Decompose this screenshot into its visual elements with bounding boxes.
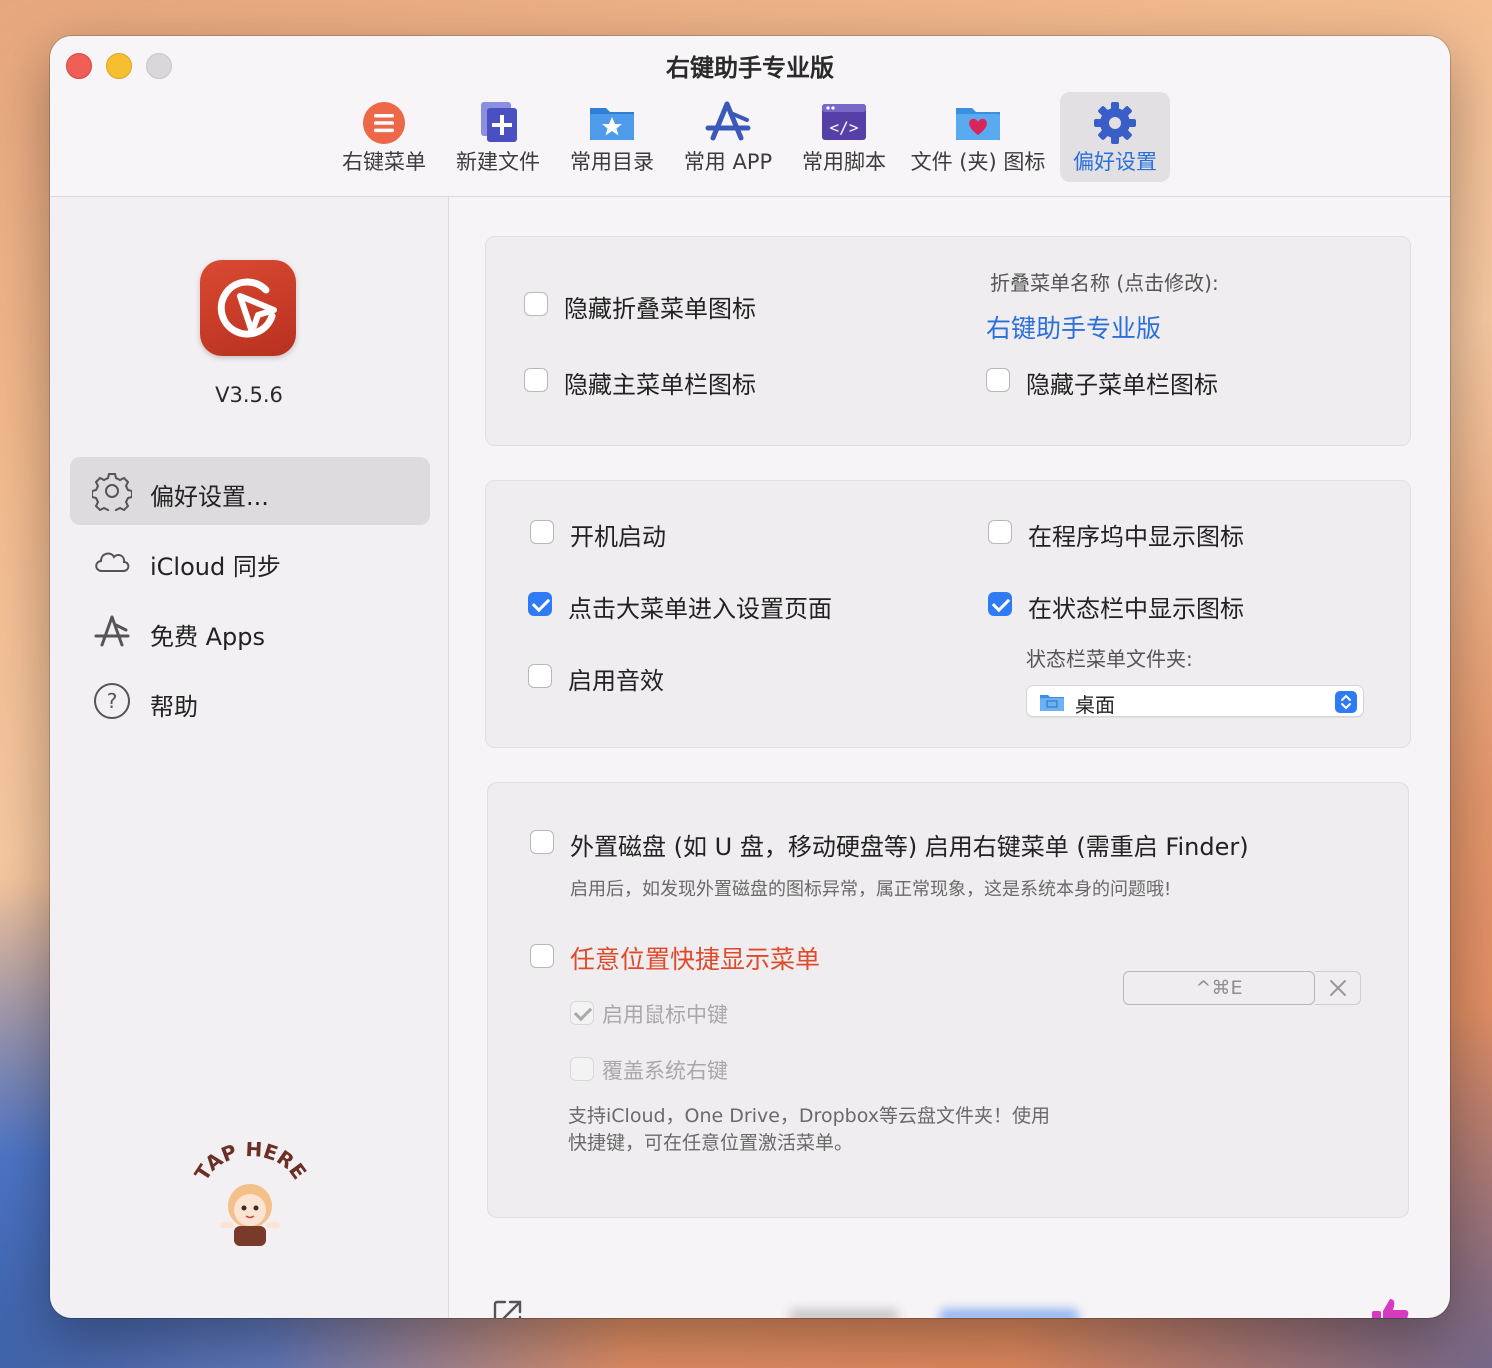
- override-right-click-label: 覆盖系统右键: [602, 1059, 728, 1083]
- show-in-dock-checkbox[interactable]: [988, 520, 1012, 544]
- hide-main-icon-label: 隐藏主菜单栏图标: [564, 371, 756, 399]
- preferences-content: 隐藏折叠菜单图标 隐藏主菜单栏图标 折叠菜单名称 (点击修改): 右键助手专业版…: [449, 197, 1450, 1318]
- enable-sound-label: 启用音效: [568, 667, 664, 695]
- status-folder-select[interactable]: 桌面: [1026, 685, 1364, 717]
- show-in-status-bar-label: 在状态栏中显示图标: [1028, 595, 1244, 623]
- titlebar: 右键助手专业版 右键菜单 新建文件 常用目录 常用 APP </> 常用脚本 文…: [50, 36, 1450, 197]
- sidebar-item-preferences[interactable]: 偏好设置...: [70, 457, 430, 525]
- new-file-icon: [481, 102, 517, 142]
- cloud-icon: [95, 552, 130, 572]
- sidebar-item-free-apps[interactable]: 免费 Apps: [70, 597, 430, 665]
- chevron-up-down-icon: [1335, 691, 1357, 713]
- external-disk-hint: 启用后，如发现外置磁盘的图标异常，属正常现象，这是系统本身的问题哦!: [570, 879, 1172, 900]
- fold-name-caption: 折叠菜单名称 (点击修改):: [990, 271, 1219, 295]
- heart-folder-icon: [956, 108, 1000, 140]
- tab-label: 常用 APP: [683, 150, 773, 174]
- cloud-hint-line2: 快捷键，可在任意位置激活菜单。: [568, 1132, 854, 1154]
- tab-scripts[interactable]: </> 常用脚本: [794, 92, 894, 182]
- tab-label: 常用脚本: [802, 150, 886, 174]
- enable-sound-checkbox[interactable]: [528, 664, 552, 688]
- share-icon[interactable]: [491, 1297, 525, 1318]
- svg-text:?: ?: [107, 689, 118, 713]
- tab-label: 右键菜单: [342, 150, 426, 174]
- window-title: 右键助手专业版: [666, 54, 834, 82]
- tap-here-mascot[interactable]: TAP HERE: [190, 1142, 310, 1252]
- sidebar-item-help[interactable]: ? 帮助: [70, 667, 430, 735]
- launch-at-login-label: 开机启动: [570, 523, 666, 551]
- external-disk-checkbox[interactable]: [530, 830, 554, 854]
- middle-click-label: 启用鼠标中键: [602, 1003, 728, 1027]
- gear-icon: [92, 473, 132, 511]
- tab-favorite-dirs[interactable]: 常用目录: [562, 92, 662, 182]
- tab-preferences[interactable]: 偏好设置: [1060, 92, 1170, 182]
- app-window: 右键助手专业版 右键菜单 新建文件 常用目录 常用 APP </> 常用脚本 文…: [50, 36, 1450, 1318]
- star-folder-icon: [590, 108, 634, 140]
- gear-icon: [1094, 102, 1136, 144]
- tab-label: 偏好设置: [1073, 150, 1157, 174]
- svg-text:</>: </>: [830, 118, 859, 137]
- anywhere-menu-label: 任意位置快捷显示菜单: [570, 945, 821, 974]
- cursor-click-icon: [217, 278, 277, 338]
- sidebar-item-label: iCloud 同步: [150, 553, 281, 581]
- show-in-status-bar-checkbox[interactable]: [988, 592, 1012, 616]
- sidebar-item-label: 帮助: [150, 693, 198, 721]
- middle-click-checkbox[interactable]: [570, 1001, 594, 1025]
- status-folder-caption: 状态栏菜单文件夹:: [1026, 647, 1193, 671]
- thumbs-up-icon[interactable]: [1371, 1297, 1409, 1318]
- cloud-hint-line1: 支持iCloud，One Drive，Dropbox等云盘文件夹！使用: [568, 1105, 1050, 1127]
- app-store-icon: [705, 101, 751, 141]
- close-icon: [1330, 980, 1346, 996]
- sidebar-item-label: 偏好设置...: [150, 483, 269, 511]
- override-right-click-checkbox[interactable]: [570, 1057, 594, 1081]
- hide-fold-icon-label: 隐藏折叠菜单图标: [564, 295, 756, 323]
- hide-sub-icon-checkbox[interactable]: [986, 368, 1010, 392]
- help-icon: ?: [94, 683, 130, 719]
- tab-right-click-menu[interactable]: 右键菜单: [334, 92, 434, 182]
- hide-main-icon-checkbox[interactable]: [524, 368, 548, 392]
- blurred-link: [939, 1309, 1079, 1318]
- fold-name-link[interactable]: 右键助手专业版: [986, 309, 1161, 345]
- tab-label: 新建文件: [456, 150, 540, 174]
- hide-fold-icon-checkbox[interactable]: [524, 292, 548, 316]
- menu-circle-icon: [363, 102, 405, 144]
- clear-hotkey-button[interactable]: [1315, 971, 1361, 1005]
- blurred-text: [789, 1309, 899, 1318]
- click-open-settings-checkbox[interactable]: [528, 592, 552, 616]
- launch-at-login-checkbox[interactable]: [530, 520, 554, 544]
- folder-icon: [1040, 695, 1064, 711]
- external-disk-label: 外置磁盘 (如 U 盘，移动硬盘等) 启用右键菜单 (需重启 Finder): [570, 833, 1249, 861]
- tab-favorite-apps[interactable]: 常用 APP: [676, 92, 780, 182]
- app-logo: [200, 260, 296, 356]
- svg-text:TAP HERE: TAP HERE: [190, 1142, 310, 1185]
- tab-label: 常用目录: [570, 150, 654, 174]
- show-in-dock-label: 在程序坞中显示图标: [1028, 523, 1244, 551]
- sidebar-item-label: 免费 Apps: [150, 623, 266, 651]
- tab-new-file[interactable]: 新建文件: [448, 92, 548, 182]
- menu-icon-settings-panel: 隐藏折叠菜单图标 隐藏主菜单栏图标 折叠菜单名称 (点击修改): 右键助手专业版…: [485, 236, 1411, 446]
- sidebar: V3.5.6 偏好设置... iCloud 同步 免费 Apps ? 帮助 TA…: [50, 197, 449, 1318]
- tab-file-folder-icons[interactable]: 文件 (夹) 图标: [908, 92, 1048, 182]
- anywhere-menu-checkbox[interactable]: [530, 944, 554, 968]
- click-open-settings-label: 点击大菜单进入设置页面: [568, 595, 832, 623]
- hide-sub-icon-label: 隐藏子菜单栏图标: [1026, 371, 1218, 399]
- tab-label: 文件 (夹) 图标: [910, 150, 1046, 174]
- app-store-icon: [94, 615, 130, 647]
- status-folder-value: 桌面: [1075, 693, 1115, 717]
- app-version: V3.5.6: [215, 383, 283, 407]
- sidebar-item-icloud-sync[interactable]: iCloud 同步: [70, 527, 430, 595]
- script-icon: </>: [822, 104, 866, 140]
- hotkey-recorder[interactable]: ^⌘E: [1123, 971, 1315, 1005]
